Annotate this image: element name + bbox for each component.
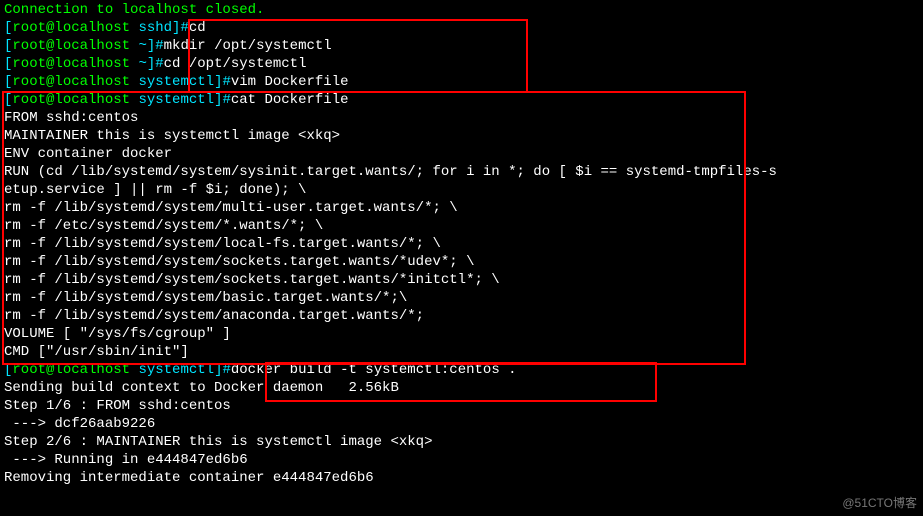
dockerfile-line: rm -f /etc/systemd/system/*.wants/*; \: [4, 217, 919, 235]
prompt-line-4: [root@localhost systemctl]#vim Dockerfil…: [4, 73, 919, 91]
command-text: mkdir /opt/systemctl: [164, 38, 332, 54]
build-output-line: ---> dcf26aab9226: [4, 415, 919, 433]
watermark: @51CTO博客: [842, 494, 917, 512]
command-text: docker build -t systemctl:centos .: [231, 362, 517, 378]
dockerfile-line: FROM sshd:centos: [4, 109, 919, 127]
bracket-close: ]#: [214, 92, 231, 108]
user-host: root@localhost: [12, 92, 138, 108]
dockerfile-line: rm -f /lib/systemd/system/sockets.target…: [4, 271, 919, 289]
build-output-line: Sending build context to Docker daemon 2…: [4, 379, 919, 397]
build-output-line: Step 2/6 : MAINTAINER this is systemctl …: [4, 433, 919, 451]
prompt-line-2: [root@localhost ~]#mkdir /opt/systemctl: [4, 37, 919, 55]
dockerfile-line: rm -f /lib/systemd/system/local-fs.targe…: [4, 235, 919, 253]
bracket-close: ]#: [147, 38, 164, 54]
cwd: sshd: [138, 20, 172, 36]
dockerfile-line: rm -f /lib/systemd/system/anaconda.targe…: [4, 307, 919, 325]
dockerfile-line: RUN (cd /lib/systemd/system/sysinit.targ…: [4, 163, 919, 181]
connection-closed: Connection to localhost closed.: [4, 1, 919, 19]
cwd: systemctl: [138, 74, 214, 90]
dockerfile-line: ENV container docker: [4, 145, 919, 163]
command-text: cat Dockerfile: [231, 92, 349, 108]
prompt-line-5: [root@localhost systemctl]#cat Dockerfil…: [4, 91, 919, 109]
terminal[interactable]: Connection to localhost closed. [root@lo…: [0, 0, 923, 488]
user-host: root@localhost: [12, 38, 138, 54]
cwd: systemctl: [138, 362, 214, 378]
prompt-line-6: [root@localhost systemctl]#docker build …: [4, 361, 919, 379]
build-output-line: Step 1/6 : FROM sshd:centos: [4, 397, 919, 415]
bracket-close: ]#: [214, 74, 231, 90]
bracket-close: ]#: [172, 20, 189, 36]
bracket-close: ]#: [214, 362, 231, 378]
cwd: systemctl: [138, 92, 214, 108]
cwd: ~: [138, 56, 146, 72]
dockerfile-line: VOLUME [ "/sys/fs/cgroup" ]: [4, 325, 919, 343]
user-host: root@localhost: [12, 362, 138, 378]
dockerfile-line: CMD ["/usr/sbin/init"]: [4, 343, 919, 361]
command-text: vim Dockerfile: [231, 74, 349, 90]
dockerfile-line: MAINTAINER this is systemctl image <xkq>: [4, 127, 919, 145]
user-host: root@localhost: [12, 56, 138, 72]
prompt-line-1: [root@localhost sshd]#cd: [4, 19, 919, 37]
dockerfile-line: rm -f /lib/systemd/system/basic.target.w…: [4, 289, 919, 307]
command-text: cd /opt/systemctl: [164, 56, 307, 72]
user-host: root@localhost: [12, 20, 138, 36]
dockerfile-line: rm -f /lib/systemd/system/sockets.target…: [4, 253, 919, 271]
bracket-close: ]#: [147, 56, 164, 72]
build-output-line: ---> Running in e444847ed6b6: [4, 451, 919, 469]
prompt-line-3: [root@localhost ~]#cd /opt/systemctl: [4, 55, 919, 73]
dockerfile-line: rm -f /lib/systemd/system/multi-user.tar…: [4, 199, 919, 217]
dockerfile-line: etup.service ] || rm -f $i; done); \: [4, 181, 919, 199]
cwd: ~: [138, 38, 146, 54]
build-output-line: Removing intermediate container e444847e…: [4, 469, 919, 487]
command-text: cd: [189, 20, 206, 36]
user-host: root@localhost: [12, 74, 138, 90]
